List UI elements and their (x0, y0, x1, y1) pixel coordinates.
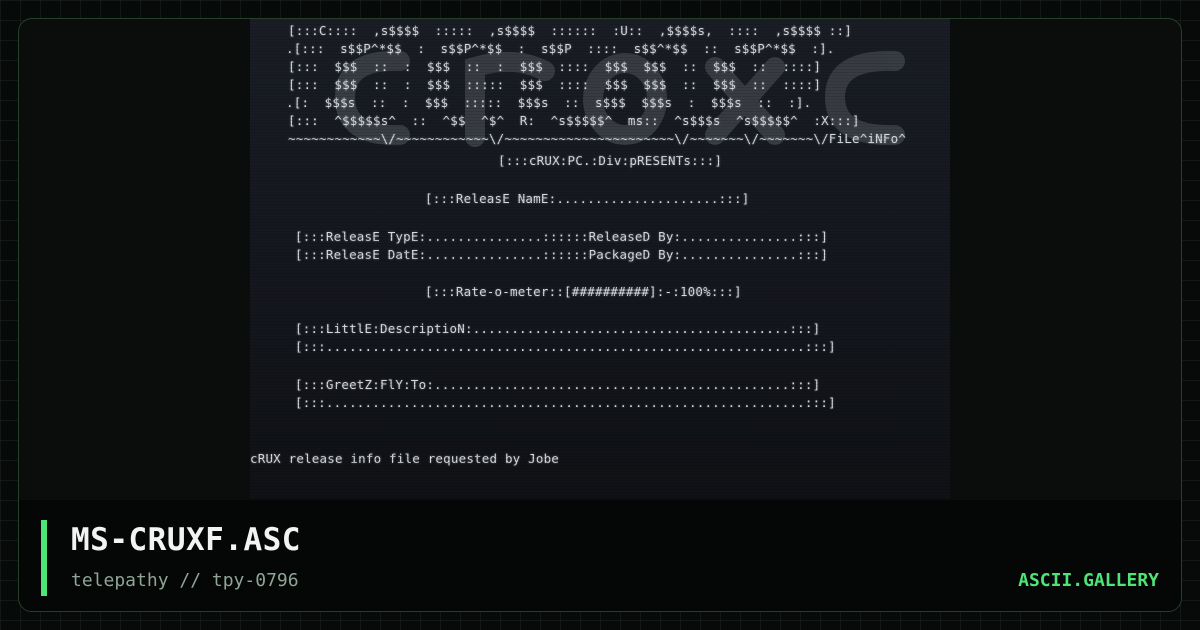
logo-underline: ~~~~~~~~~~~~\/~~~~~~~~~~~~\/~~~~~~~~~~~~… (288, 131, 907, 146)
rate-o-meter-line: [:::Rate-o-meter::[##########]:-:100%:::… (425, 284, 742, 299)
release-type-line: [:::ReleasE TypE:...............::::::Re… (295, 229, 829, 244)
request-note: cRUX release info file requested by Jobe (250, 451, 560, 466)
logo-line: .[: $$$s :: : $$$ ::::: $$$s :: s$$$ $$$… (286, 95, 812, 110)
artwork-card: [:::C:::: ,s$$$$ ::::: ,s$$$$ :::::: :U:… (18, 18, 1182, 612)
ascii-art-preview[interactable]: [:::C:::: ,s$$$$ ::::: ,s$$$$ :::::: :U:… (250, 19, 950, 499)
logo-line: [:::C:::: ,s$$$$ ::::: ,s$$$$ :::::: :U:… (288, 23, 852, 38)
artist-pack-label: telepathy // tpy-0796 (71, 570, 299, 591)
footer-bar: MS-CRUXF.ASC telepathy // tpy-0796 ASCII… (19, 500, 1181, 611)
greetz-line: [:::GreetZ:FlY:To:......................… (295, 377, 821, 392)
file-title: MS-CRUXF.ASC (71, 522, 301, 558)
logo-line: [::: ^$$$$$s^ :: ^$$ ^$^ R: ^s$$$$$^ ms:… (288, 113, 860, 128)
logo-line: [::: $$$ :: : $$$ :: : $$$ :::: $$$ $$$ … (288, 59, 822, 74)
logo-line: .[::: s$$P^*$$ : s$$P^*$$ : s$$P :::: s$… (286, 41, 835, 56)
logo-line: [::: $$$ :: : $$$ ::::: $$$ :::: $$$ $$$… (288, 77, 822, 92)
description-line: [:::LittlE:DescriptioN:.................… (295, 321, 821, 336)
presents-line: [:::cRUX:PC.:Div:pRESENTs:::] (498, 153, 723, 168)
site-brand-link[interactable]: ASCII.GALLERY (1018, 570, 1159, 591)
accent-bar (41, 520, 47, 596)
description-line: [:::....................................… (295, 339, 836, 354)
greetz-line: [:::....................................… (295, 395, 836, 410)
release-date-line: [:::ReleasE DatE:...............::::::Pa… (295, 247, 829, 262)
release-name-line: [:::ReleasE NamE:.....................::… (425, 191, 750, 206)
